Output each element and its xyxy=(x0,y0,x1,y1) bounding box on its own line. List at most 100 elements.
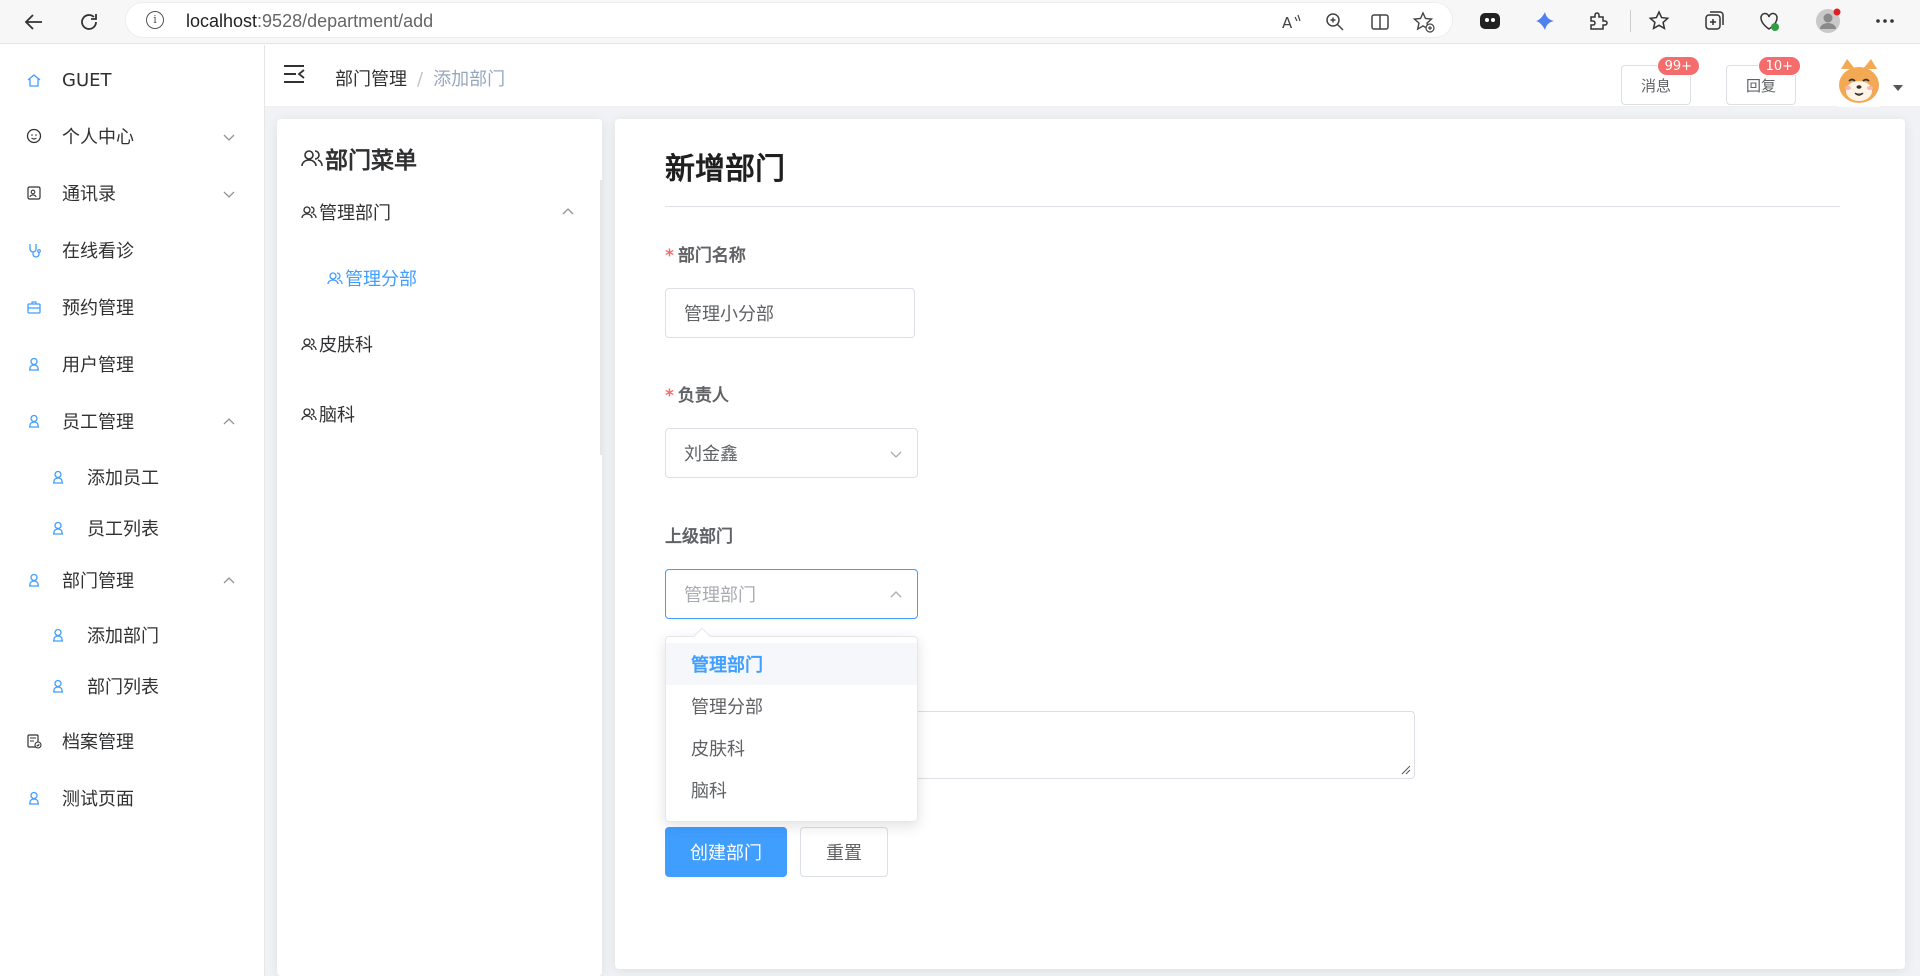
collections-icon[interactable] xyxy=(1701,8,1727,34)
dropdown-option[interactable]: 皮肤科 xyxy=(666,727,917,769)
address-bar[interactable]: i localhost:9528/department/add A xyxy=(125,2,1453,38)
contacts-icon xyxy=(26,185,42,201)
sidebar-item[interactable]: 部门列表 xyxy=(0,658,264,714)
breadcrumb-item[interactable]: 部门管理 xyxy=(335,69,407,90)
reply-label: 回复 xyxy=(1745,76,1776,95)
hamburger-icon[interactable] xyxy=(283,64,305,84)
dept-menu-item-dermatology[interactable]: 皮肤科 xyxy=(277,316,602,372)
sidebar-item-label: 通讯录 xyxy=(62,184,116,205)
dropdown-option[interactable]: 脑科 xyxy=(666,769,917,811)
user-icon xyxy=(50,520,66,536)
avatar-caret-icon[interactable] xyxy=(1893,85,1903,91)
sidebar-item[interactable]: 员工列表 xyxy=(0,500,264,556)
reset-button[interactable]: 重置 xyxy=(800,827,888,877)
extension-dark-icon[interactable] xyxy=(1477,8,1503,34)
user-icon xyxy=(50,627,66,643)
info-icon[interactable]: i xyxy=(146,11,164,29)
sidebar-item[interactable]: 添加员工 xyxy=(0,449,264,505)
sidebar-item-label: 添加员工 xyxy=(87,468,159,489)
breadcrumb-current: 添加部门 xyxy=(433,69,506,90)
sidebar-item-label: 预约管理 xyxy=(62,298,134,319)
resize-handle-icon[interactable] xyxy=(1401,765,1411,775)
svg-text:A: A xyxy=(1282,14,1293,32)
sidebar-item[interactable]: 员工管理 xyxy=(0,393,264,449)
refresh-icon[interactable] xyxy=(73,6,105,38)
department-menu-title: 部门菜单 xyxy=(301,141,417,175)
dropdown-option[interactable]: 管理分部 xyxy=(666,685,917,727)
breadcrumb-separator: / xyxy=(417,69,424,90)
chevron-up-icon xyxy=(562,208,574,215)
sidebar-item-label: 在线看诊 xyxy=(62,241,134,262)
users-icon xyxy=(301,338,317,351)
dept-menu-item-label: 管理部门 xyxy=(319,203,391,224)
app-header: 部门管理 / 添加部门 消息 99+ 回复 10+ xyxy=(265,45,1920,107)
sidebar-item[interactable]: 测试页面 xyxy=(0,770,264,826)
scrollbar[interactable] xyxy=(600,180,602,455)
sidebar-item[interactable]: 部门管理 xyxy=(0,552,264,608)
sidebar-item[interactable]: 预约管理 xyxy=(0,279,264,335)
more-menu-icon[interactable] xyxy=(1872,8,1898,34)
parent-department-label: 上级部门 xyxy=(665,527,733,547)
user-icon xyxy=(50,678,66,694)
smile-icon xyxy=(26,128,42,144)
profile-icon[interactable] xyxy=(1815,8,1841,34)
messages-badge: 99+ xyxy=(1656,56,1700,76)
url-text[interactable]: localhost:9528/department/add xyxy=(186,11,433,32)
favorites-icon[interactable] xyxy=(1646,8,1672,34)
add-department-form-card: 新增部门 * 部门名称 管理小分部 * 负责人 刘金鑫 上级部门 管理部门 创建部门… xyxy=(615,119,1905,969)
extensions-puzzle-icon[interactable] xyxy=(1585,8,1611,34)
browser-essentials-icon[interactable] xyxy=(1756,8,1782,34)
sidebar-item[interactable]: 添加部门 xyxy=(0,607,264,663)
back-icon[interactable] xyxy=(18,6,50,38)
chevron-down-icon xyxy=(222,129,236,143)
sidebar-item-label: 用户管理 xyxy=(62,355,134,376)
user-icon xyxy=(26,356,42,372)
department-name-label: * 部门名称 xyxy=(665,246,746,266)
read-aloud-icon[interactable]: A xyxy=(1281,11,1303,33)
leader-select[interactable]: 刘金鑫 xyxy=(665,428,918,478)
department-name-input[interactable]: 管理小分部 xyxy=(665,288,915,338)
reply-button[interactable]: 回复 10+ xyxy=(1726,56,1801,105)
sidebar-item[interactable]: 档案管理 xyxy=(0,713,264,769)
leader-value: 刘金鑫 xyxy=(684,444,738,465)
dept-menu-item-label: 脑科 xyxy=(319,405,355,426)
dept-menu-item-neurology[interactable]: 脑科 xyxy=(277,386,602,442)
messages-label: 消息 xyxy=(1640,76,1671,95)
dropdown-option[interactable]: 管理部门 xyxy=(666,643,917,685)
form-title: 新增部门 xyxy=(665,152,785,187)
browser-toolbar: i localhost:9528/department/add A xyxy=(0,0,1920,44)
sidebar-item-label: 部门管理 xyxy=(62,571,134,592)
chevron-down-icon xyxy=(222,186,236,200)
sidebar-item-label: 档案管理 xyxy=(62,732,134,753)
users-icon xyxy=(301,206,317,219)
sidebar: GUET 个人中心通讯录在线看诊预约管理用户管理员工管理添加员工员工列表部门管理添… xyxy=(0,45,265,976)
sidebar-item[interactable]: GUET xyxy=(0,52,264,108)
parent-department-placeholder: 管理部门 xyxy=(684,585,756,606)
sidebar-item[interactable]: 通讯录 xyxy=(0,165,264,221)
user-icon xyxy=(50,469,66,485)
split-screen-icon[interactable] xyxy=(1369,11,1391,33)
create-department-button[interactable]: 创建部门 xyxy=(665,827,787,877)
department-menu-card: 部门菜单 管理部门 管理分部 皮肤科 脑科 xyxy=(277,119,602,976)
users-icon xyxy=(301,150,323,167)
leader-label: * 负责人 xyxy=(665,386,729,406)
sidebar-item[interactable]: 用户管理 xyxy=(0,336,264,392)
toolbar-separator xyxy=(1630,10,1631,32)
home-icon xyxy=(26,72,42,88)
sidebar-item[interactable]: 个人中心 xyxy=(0,108,264,164)
zoom-icon[interactable] xyxy=(1324,11,1346,33)
user-icon xyxy=(26,413,42,429)
favorite-add-icon[interactable] xyxy=(1413,11,1435,33)
messages-button[interactable]: 消息 99+ xyxy=(1621,56,1700,105)
document-check-icon xyxy=(26,733,42,749)
parent-department-dropdown: 管理部门 管理分部 皮肤科 脑科 xyxy=(665,627,918,822)
avatar[interactable] xyxy=(1833,55,1885,107)
sidebar-item-label: 个人中心 xyxy=(62,127,134,148)
chevron-up-icon xyxy=(222,414,236,428)
parent-department-select[interactable]: 管理部门 xyxy=(665,569,918,619)
extension-bird-icon[interactable] xyxy=(1532,8,1558,34)
sidebar-item-label: 员工列表 xyxy=(87,519,159,540)
dept-menu-item-management[interactable]: 管理部门 xyxy=(277,184,602,240)
sidebar-item[interactable]: 在线看诊 xyxy=(0,222,264,278)
dept-menu-item-branch[interactable]: 管理分部 xyxy=(277,250,602,306)
